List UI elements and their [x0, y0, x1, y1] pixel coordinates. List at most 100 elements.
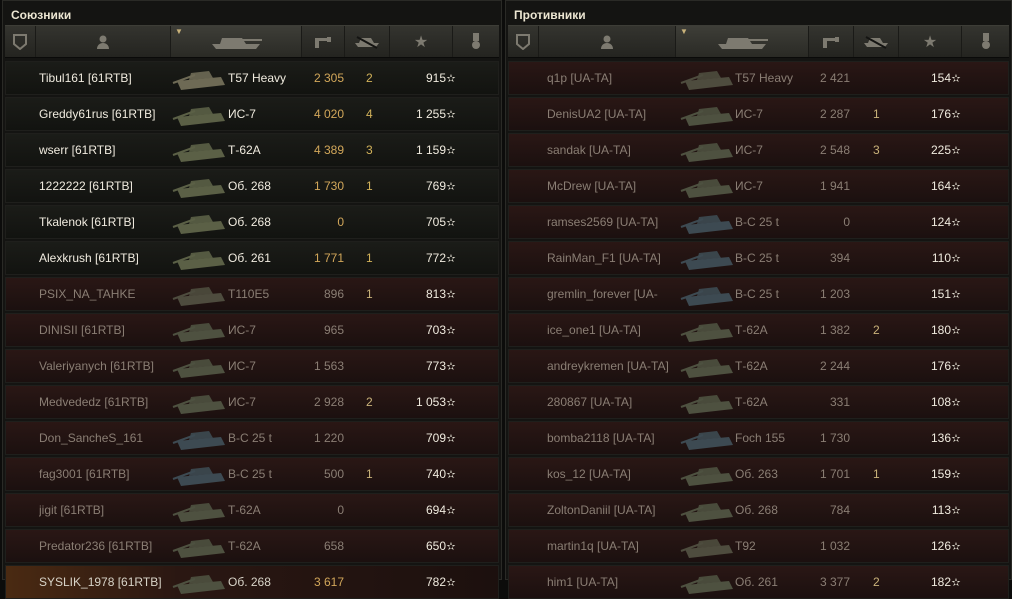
- tank-name: Об. 268: [228, 215, 271, 229]
- tank-name: ИС-7: [228, 359, 256, 373]
- tank-icon: [172, 503, 225, 522]
- player-name: Tkalenok [61RTB]: [39, 215, 135, 229]
- chevron-down-icon: ▼: [680, 27, 688, 36]
- xp-column-header[interactable]: ★: [390, 26, 453, 57]
- damage-value: 1 730: [819, 431, 850, 445]
- xp-value: 151: [930, 287, 951, 301]
- tank-name: Т-62А: [735, 359, 768, 373]
- player-row[interactable]: q1p [UA-TA] T57 Heavy 2 421 154 ✫: [508, 61, 1009, 95]
- player-name: gremlin_forever [UA-: [547, 287, 658, 301]
- player-name: Greddy61rus [61RTB]: [39, 107, 156, 121]
- player-row[interactable]: PSIX_NA_TAHKE T110E5 896 1 813 ✫: [5, 277, 499, 311]
- frags-value: 1: [873, 467, 880, 481]
- xp-star-icon: ✫: [951, 504, 961, 517]
- frags-column-header[interactable]: [854, 26, 899, 57]
- xp-value: 180: [930, 323, 951, 337]
- damage-column-header[interactable]: [302, 26, 345, 57]
- xp-star-icon: ✫: [446, 288, 456, 301]
- player-row[interactable]: Tkalenok [61RTB] Об. 268 0 705 ✫: [5, 205, 499, 239]
- xp-value: 703: [425, 323, 446, 337]
- damage-column-header[interactable]: [809, 26, 854, 57]
- vehicle-column-header[interactable]: ▼: [676, 26, 809, 57]
- player-name: 280867 [UA-TA]: [547, 395, 633, 409]
- player-row[interactable]: jigit [61RTB] Т-62А 0 694 ✫: [5, 493, 499, 527]
- player-row[interactable]: Valeriyanych [61RTB] ИС-7 1 563 773 ✫: [5, 349, 499, 383]
- player-row[interactable]: McDrew [UA-TA] ИС-7 1 941 164 ✫: [508, 169, 1009, 203]
- player-row[interactable]: kos_12 [UA-TA] Об. 263 1 701 1 159 ✫: [508, 457, 1009, 491]
- tank-name: B-C 25 t: [735, 251, 780, 265]
- damage-value: 2 305: [313, 71, 344, 85]
- player-row[interactable]: Don_SancheS_161 B-C 25 t 1 220 709 ✫: [5, 421, 499, 455]
- player-row[interactable]: fag3001 [61RTB] B-C 25 t 500 1 740 ✫: [5, 457, 499, 491]
- player-row[interactable]: ZoltonDaniil [UA-TA] Об. 268 784 113 ✫: [508, 493, 1009, 527]
- enemies-header: ▼ ★: [508, 25, 1009, 58]
- player-name: him1 [UA-TA]: [547, 575, 619, 589]
- frags-column-header[interactable]: [345, 26, 390, 57]
- player-row[interactable]: sandak [UA-TA] ИС-7 2 548 3 225 ✫: [508, 133, 1009, 167]
- xp-star-icon: ✫: [446, 504, 456, 517]
- damage-value: 4 389: [313, 143, 344, 157]
- medal-column-header[interactable]: [453, 26, 499, 57]
- frags-value: 2: [873, 323, 880, 337]
- xp-value: 915: [425, 71, 446, 85]
- damage-value: 1 203: [819, 287, 850, 301]
- tank-icon: [680, 539, 733, 558]
- player-row[interactable]: bomba2118 [UA-TA] Foch 155 1 730 136 ✫: [508, 421, 1009, 455]
- player-row[interactable]: Greddy61rus [61RTB] ИС-7 4 020 4 1 255 ✫: [5, 97, 499, 131]
- damage-icon: [315, 36, 331, 48]
- tank-icon: [680, 575, 733, 594]
- player-row[interactable]: ice_one1 [UA-TA] Т-62А 1 382 2 180 ✫: [508, 313, 1009, 347]
- player-row[interactable]: RainMan_F1 [UA-TA] B-C 25 t 394 110 ✫: [508, 241, 1009, 275]
- player-name: Valeriyanych [61RTB]: [39, 359, 154, 373]
- player-row[interactable]: Tibul161 [61RTB] T57 Heavy 2 305 2 915 ✫: [5, 61, 499, 95]
- frags-value: 1: [366, 251, 373, 265]
- player-row[interactable]: Alexkrush [61RTB] Об. 261 1 771 1 772 ✫: [5, 241, 499, 275]
- player-column-header[interactable]: [539, 26, 676, 57]
- damage-value: 3 377: [819, 575, 850, 589]
- player-column-header[interactable]: [36, 26, 171, 57]
- frags-value: 2: [873, 575, 880, 589]
- damage-value: 1 941: [819, 179, 850, 193]
- tank-icon: [172, 71, 225, 90]
- xp-column-header[interactable]: ★: [899, 26, 962, 57]
- player-row[interactable]: ramses2569 [UA-TA] B-C 25 t 0 124 ✫: [508, 205, 1009, 239]
- platoon-icon[interactable]: [5, 26, 36, 57]
- tank-name: ИС-7: [228, 107, 256, 121]
- player-row[interactable]: DINISII [61RTB] ИС-7 965 703 ✫: [5, 313, 499, 347]
- xp-value: 1 255: [415, 107, 446, 121]
- xp-value: 705: [425, 215, 446, 229]
- player-row[interactable]: him1 [UA-TA] Об. 261 3 377 2 182 ✫: [508, 565, 1009, 599]
- xp-value: 225: [930, 143, 951, 157]
- xp-value: 154: [930, 71, 951, 85]
- player-row[interactable]: DenisUA2 [UA-TA] ИС-7 2 287 1 176 ✫: [508, 97, 1009, 131]
- damage-value: 2 287: [819, 107, 850, 121]
- tank-icon: [172, 539, 225, 558]
- player-row[interactable]: Medvededz [61RTB] ИС-7 2 928 2 1 053 ✫: [5, 385, 499, 419]
- xp-star-icon: ✫: [951, 576, 961, 589]
- tank-icon: [680, 323, 733, 342]
- player-row[interactable]: SYSLIK_1978 [61RTB] Об. 268 3 617 782 ✫: [5, 565, 499, 599]
- frags-value: 1: [366, 287, 373, 301]
- player-name: sandak [UA-TA]: [547, 143, 631, 157]
- player-row[interactable]: martin1q [UA-TA] T92 1 032 126 ✫: [508, 529, 1009, 563]
- player-row[interactable]: wserr [61RTB] Т-62А 4 389 3 1 159 ✫: [5, 133, 499, 167]
- medal-icon: [472, 32, 480, 49]
- frags-value: 3: [873, 143, 880, 157]
- xp-star-icon: ✫: [446, 396, 456, 409]
- platoon-icon[interactable]: [508, 26, 539, 57]
- player-row[interactable]: gremlin_forever [UA- B-C 25 t 1 203 151 ✫: [508, 277, 1009, 311]
- player-row[interactable]: 280867 [UA-TA] Т-62А 331 108 ✫: [508, 385, 1009, 419]
- xp-star-icon: ✫: [951, 288, 961, 301]
- player-row[interactable]: Predator236 [61RTB] Т-62А 658 650 ✫: [5, 529, 499, 563]
- xp-value: 772: [425, 251, 446, 265]
- damage-value: 2 421: [819, 71, 850, 85]
- tank-icon: [680, 395, 733, 414]
- tank-name: ИС-7: [735, 107, 763, 121]
- damage-value: 2 928: [313, 395, 344, 409]
- damage-value: 3 617: [313, 575, 344, 589]
- player-row[interactable]: andreykremen [UA-TA] Т-62А 2 244 176 ✫: [508, 349, 1009, 383]
- player-row[interactable]: 1222222 [61RTB] Об. 268 1 730 1 769 ✫: [5, 169, 499, 203]
- vehicle-column-header[interactable]: ▼: [171, 26, 302, 57]
- damage-value: 4 020: [313, 107, 344, 121]
- medal-column-header[interactable]: [962, 26, 1009, 57]
